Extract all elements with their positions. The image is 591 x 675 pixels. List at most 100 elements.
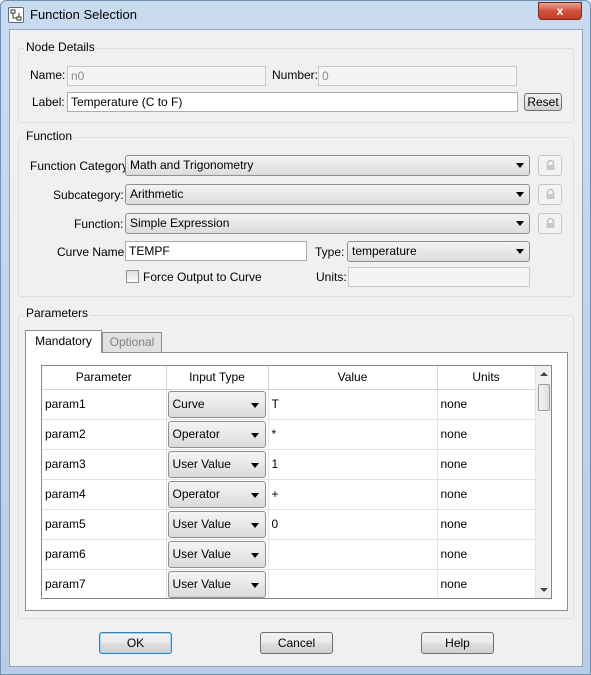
input-type-cell[interactable]: User Value xyxy=(166,539,269,570)
category-lock-button[interactable] xyxy=(538,155,562,176)
scrollbar-thumb[interactable] xyxy=(538,384,550,411)
parameter-cell: param4 xyxy=(42,479,167,510)
table-row[interactable]: param3 User Value 1 none xyxy=(42,449,536,480)
curve-name-label: Curve Name: xyxy=(57,245,128,259)
column-header-value[interactable]: Value xyxy=(268,366,438,390)
input-type-select[interactable]: User Value xyxy=(167,570,266,598)
number-field[interactable]: 0 xyxy=(318,66,517,86)
input-type-value: Operator xyxy=(172,486,220,501)
table-row[interactable]: param1 Curve T none xyxy=(42,389,536,420)
input-type-select[interactable]: Curve xyxy=(167,390,266,418)
dialog-client-area: Node Details Name: n0 Number: 0 Label: T… xyxy=(9,29,583,667)
force-output-checkbox[interactable] xyxy=(126,270,139,283)
chevron-down-icon xyxy=(250,432,259,438)
units-cell: none xyxy=(437,539,536,570)
curve-name-field[interactable]: TEMPF xyxy=(125,241,307,261)
value-cell[interactable] xyxy=(268,539,438,570)
value-cell[interactable]: T xyxy=(268,389,438,420)
lock-icon xyxy=(546,160,555,170)
function-label: Function: xyxy=(74,217,124,231)
input-type-cell[interactable]: User Value xyxy=(166,449,269,480)
table-vertical-scrollbar[interactable] xyxy=(535,366,551,598)
parameter-cell: param2 xyxy=(42,419,167,450)
mandatory-tab-panel: Parameter Input Type Value Units param1 … xyxy=(25,352,568,611)
parameter-cell: param6 xyxy=(42,539,167,570)
input-type-cell[interactable]: Operator xyxy=(166,419,269,450)
chevron-down-icon xyxy=(516,192,524,197)
tab-optional[interactable]: Optional xyxy=(102,332,162,352)
table-row[interactable]: param5 User Value 0 none xyxy=(42,509,536,540)
column-header-input-type[interactable]: Input Type xyxy=(166,366,269,390)
function-category-label: Function Category: xyxy=(30,159,132,173)
value-cell[interactable]: 1 xyxy=(268,449,438,480)
subcategory-select[interactable]: Arithmetic xyxy=(125,184,530,205)
function-value: Simple Expression xyxy=(130,216,230,230)
column-header-units[interactable]: Units xyxy=(437,366,536,390)
label-label: Label: xyxy=(32,95,65,109)
input-type-value: User Value xyxy=(172,546,231,561)
input-type-cell[interactable]: Operator xyxy=(166,479,269,510)
input-type-select[interactable]: Operator xyxy=(167,480,266,508)
function-select[interactable]: Simple Expression xyxy=(125,213,530,234)
chevron-down-icon xyxy=(250,522,259,528)
units-cell: none xyxy=(437,569,536,598)
function-graph-icon xyxy=(8,7,24,23)
function-lock-button[interactable] xyxy=(538,213,562,234)
units-cell: none xyxy=(437,509,536,540)
units-cell: none xyxy=(437,479,536,510)
table-row[interactable]: param7 User Value none xyxy=(42,569,536,598)
table-row[interactable]: param6 User Value none xyxy=(42,539,536,570)
dialog-window: Function Selection x Node Details Name: … xyxy=(0,0,591,675)
window-title: Function Selection xyxy=(30,7,137,22)
units-field[interactable] xyxy=(348,267,530,287)
name-field[interactable]: n0 xyxy=(67,66,266,86)
function-category-select[interactable]: Math and Trigonometry xyxy=(125,155,530,176)
input-type-cell[interactable]: Curve xyxy=(166,389,269,420)
function-category-value: Math and Trigonometry xyxy=(130,158,254,172)
chevron-down-icon xyxy=(250,582,259,588)
input-type-select[interactable]: Operator xyxy=(167,420,266,448)
subcategory-lock-button[interactable] xyxy=(538,184,562,205)
help-button[interactable]: Help xyxy=(421,632,494,654)
value-cell[interactable]: + xyxy=(268,479,438,510)
input-type-select[interactable]: User Value xyxy=(167,510,266,538)
function-title: Function xyxy=(24,129,75,143)
chevron-down-icon xyxy=(250,492,259,498)
type-select[interactable]: temperature xyxy=(347,241,530,262)
units-cell: none xyxy=(437,389,536,420)
label-field[interactable]: Temperature (C to F) xyxy=(67,92,518,112)
subcategory-value: Arithmetic xyxy=(130,187,184,201)
ok-button[interactable]: OK xyxy=(99,632,172,654)
number-label: Number: xyxy=(272,68,319,82)
lock-icon xyxy=(546,218,555,228)
chevron-down-icon xyxy=(250,402,259,408)
chevron-down-icon xyxy=(516,221,524,226)
parameter-cell: param5 xyxy=(42,509,167,540)
table-row[interactable]: param4 Operator + none xyxy=(42,479,536,510)
input-type-select[interactable]: User Value xyxy=(167,450,266,478)
input-type-cell[interactable]: User Value xyxy=(166,509,269,540)
subcategory-label: Subcategory: xyxy=(53,188,124,202)
parameters-table: Parameter Input Type Value Units param1 … xyxy=(42,366,536,598)
table-row[interactable]: param2 Operator * none xyxy=(42,419,536,450)
column-header-parameter[interactable]: Parameter xyxy=(42,366,167,390)
value-cell[interactable]: 0 xyxy=(268,509,438,540)
reset-button[interactable]: Reset xyxy=(524,93,562,111)
scroll-down-arrow-icon[interactable] xyxy=(540,588,548,592)
input-type-cell[interactable]: User Value xyxy=(166,569,269,598)
close-button[interactable]: x xyxy=(538,2,582,20)
title-bar[interactable]: Function Selection x xyxy=(1,1,590,29)
scroll-up-arrow-icon[interactable] xyxy=(540,372,548,376)
input-type-select[interactable]: User Value xyxy=(167,540,266,568)
units-cell: none xyxy=(437,419,536,450)
value-cell[interactable] xyxy=(268,569,438,598)
tab-mandatory[interactable]: Mandatory xyxy=(25,330,102,353)
parameter-cell: param1 xyxy=(42,389,167,420)
value-cell[interactable]: * xyxy=(268,419,438,450)
cancel-button[interactable]: Cancel xyxy=(260,632,333,654)
input-type-value: User Value xyxy=(172,456,231,471)
units-cell: none xyxy=(437,449,536,480)
close-icon: x xyxy=(556,4,564,18)
parameters-table-frame: Parameter Input Type Value Units param1 … xyxy=(41,365,552,599)
type-label: Type: xyxy=(315,245,345,259)
